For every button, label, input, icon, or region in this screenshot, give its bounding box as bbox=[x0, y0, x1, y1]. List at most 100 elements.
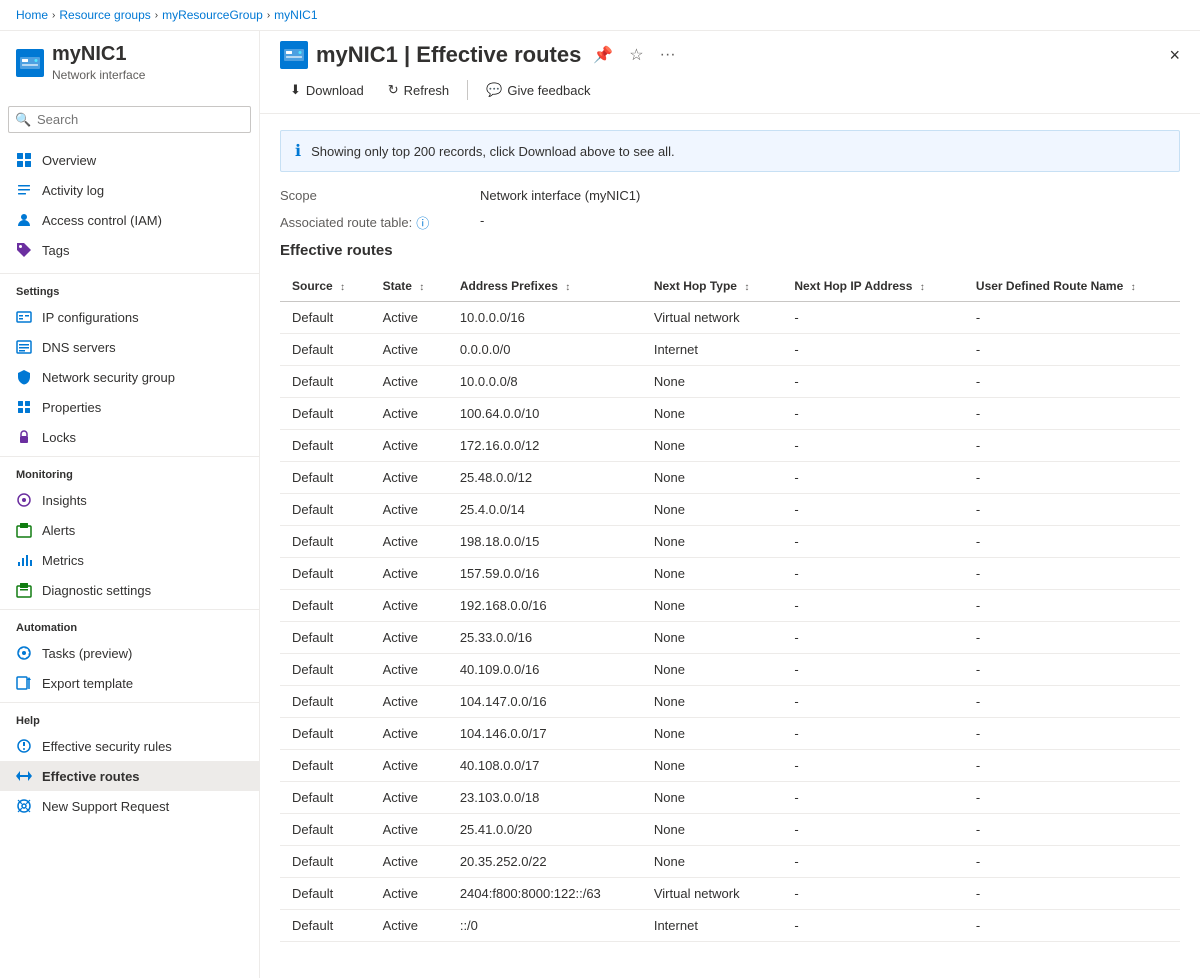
sidebar-item-export-template[interactable]: Export template bbox=[0, 668, 259, 698]
effective-routes-icon bbox=[16, 768, 32, 784]
sidebar-item-ip-configurations[interactable]: IP configurations bbox=[0, 302, 259, 332]
sidebar-item-nsg[interactable]: Network security group bbox=[0, 362, 259, 392]
nav-top: Overview Activity log Access control (IA… bbox=[0, 141, 259, 269]
sidebar-item-security-rules[interactable]: Effective security rules bbox=[0, 731, 259, 761]
cell-route-name: - bbox=[964, 526, 1180, 558]
ip-config-icon bbox=[16, 309, 32, 325]
cell-hop-ip: - bbox=[782, 654, 964, 686]
toolbar: ⬇ Download ↻ Refresh 💬 Give feedback bbox=[280, 77, 1180, 103]
cell-prefix: 10.0.0.0/8 bbox=[448, 366, 642, 398]
sidebar-item-insights[interactable]: Insights bbox=[0, 485, 259, 515]
content-header: myNIC1 | Effective routes 📌 ☆ ··· × ⬇ Do… bbox=[260, 31, 1200, 114]
table-row: DefaultActive40.108.0.0/17None-- bbox=[280, 750, 1180, 782]
sidebar-item-tags[interactable]: Tags bbox=[0, 235, 259, 265]
cell-hop-type: Virtual network bbox=[642, 302, 783, 334]
sidebar-item-metrics[interactable]: Metrics bbox=[0, 545, 259, 575]
sort-prefix-icon: ↕ bbox=[565, 282, 570, 293]
sidebar-item-dns-servers[interactable]: DNS servers bbox=[0, 332, 259, 362]
cell-prefix: 10.0.0.0/16 bbox=[448, 302, 642, 334]
cell-hop-ip: - bbox=[782, 590, 964, 622]
cell-state: Active bbox=[371, 910, 448, 942]
col-source[interactable]: Source ↕ bbox=[280, 271, 371, 302]
sidebar-item-support[interactable]: New Support Request bbox=[0, 791, 259, 821]
sidebar-item-metrics-label: Metrics bbox=[42, 553, 84, 568]
activity-log-icon bbox=[16, 182, 32, 198]
col-route-name[interactable]: User Defined Route Name ↕ bbox=[964, 271, 1180, 302]
cell-hop-ip: - bbox=[782, 814, 964, 846]
breadcrumb-my-resource-group[interactable]: myResourceGroup bbox=[162, 8, 263, 22]
cell-state: Active bbox=[371, 398, 448, 430]
breadcrumb-mynic1[interactable]: myNIC1 bbox=[274, 8, 317, 22]
cell-prefix: 25.4.0.0/14 bbox=[448, 494, 642, 526]
sidebar-item-locks[interactable]: Locks bbox=[0, 422, 259, 452]
cell-hop-ip: - bbox=[782, 782, 964, 814]
sidebar-item-properties[interactable]: Properties bbox=[0, 392, 259, 422]
sidebar-item-access-control[interactable]: Access control (IAM) bbox=[0, 205, 259, 235]
col-next-hop-ip[interactable]: Next Hop IP Address ↕ bbox=[782, 271, 964, 302]
refresh-button[interactable]: ↻ Refresh bbox=[378, 77, 459, 103]
cell-prefix: 100.64.0.0/10 bbox=[448, 398, 642, 430]
cell-route-name: - bbox=[964, 334, 1180, 366]
cell-hop-ip: - bbox=[782, 686, 964, 718]
table-row: DefaultActive198.18.0.0/15None-- bbox=[280, 526, 1180, 558]
toolbar-separator bbox=[467, 80, 468, 100]
favorite-star-button[interactable]: ☆ bbox=[625, 43, 647, 67]
support-icon bbox=[16, 798, 32, 814]
close-button[interactable]: × bbox=[1169, 45, 1180, 66]
route-table-row: Associated route table: ⓘ - bbox=[280, 213, 1180, 232]
cell-state: Active bbox=[371, 814, 448, 846]
cell-source: Default bbox=[280, 526, 371, 558]
col-next-hop-type[interactable]: Next Hop Type ↕ bbox=[642, 271, 783, 302]
dns-icon bbox=[16, 339, 32, 355]
cell-hop-ip: - bbox=[782, 558, 964, 590]
table-row: DefaultActive40.109.0.0/16None-- bbox=[280, 654, 1180, 686]
cell-route-name: - bbox=[964, 590, 1180, 622]
feedback-button[interactable]: 💬 Give feedback bbox=[476, 77, 600, 103]
more-options-button[interactable]: ··· bbox=[656, 44, 680, 66]
cell-state: Active bbox=[371, 878, 448, 910]
cell-source: Default bbox=[280, 590, 371, 622]
favorite-pin-button[interactable]: 📌 bbox=[589, 43, 617, 67]
cell-route-name: - bbox=[964, 558, 1180, 590]
breadcrumb-resource-groups[interactable]: Resource groups bbox=[59, 8, 150, 22]
cell-state: Active bbox=[371, 430, 448, 462]
tasks-icon bbox=[16, 645, 32, 661]
breadcrumb-home[interactable]: Home bbox=[16, 8, 48, 22]
sidebar-item-properties-label: Properties bbox=[42, 400, 101, 415]
download-button[interactable]: ⬇ Download bbox=[280, 77, 374, 103]
col-address-prefixes[interactable]: Address Prefixes ↕ bbox=[448, 271, 642, 302]
sidebar-item-overview[interactable]: Overview bbox=[0, 145, 259, 175]
content-body: ℹ Showing only top 200 records, click Do… bbox=[260, 114, 1200, 978]
sidebar-item-diagnostic[interactable]: Diagnostic settings bbox=[0, 575, 259, 605]
cell-hop-type: None bbox=[642, 430, 783, 462]
cell-state: Active bbox=[371, 782, 448, 814]
cell-source: Default bbox=[280, 558, 371, 590]
breadcrumb: Home › Resource groups › myResourceGroup… bbox=[0, 0, 1200, 31]
cell-hop-type: None bbox=[642, 782, 783, 814]
cell-source: Default bbox=[280, 846, 371, 878]
sidebar-item-alerts[interactable]: Alerts bbox=[0, 515, 259, 545]
cell-hop-ip: - bbox=[782, 846, 964, 878]
cell-source: Default bbox=[280, 302, 371, 334]
cell-state: Active bbox=[371, 846, 448, 878]
sidebar-item-activity-log[interactable]: Activity log bbox=[0, 175, 259, 205]
cell-hop-ip: - bbox=[782, 878, 964, 910]
table-row: DefaultActive::/0Internet-- bbox=[280, 910, 1180, 942]
sidebar-item-tasks[interactable]: Tasks (preview) bbox=[0, 638, 259, 668]
main-content: myNIC1 | Effective routes 📌 ☆ ··· × ⬇ Do… bbox=[260, 31, 1200, 978]
search-input[interactable] bbox=[8, 106, 251, 133]
cell-hop-type: None bbox=[642, 526, 783, 558]
col-state[interactable]: State ↕ bbox=[371, 271, 448, 302]
cell-hop-ip: - bbox=[782, 462, 964, 494]
sidebar-item-tags-label: Tags bbox=[42, 243, 69, 258]
cell-prefix: ::/0 bbox=[448, 910, 642, 942]
cell-source: Default bbox=[280, 750, 371, 782]
table-header-row: Source ↕ State ↕ Address Prefixes ↕ Next… bbox=[280, 271, 1180, 302]
cell-prefix: 40.109.0.0/16 bbox=[448, 654, 642, 686]
sidebar-item-effective-routes[interactable]: Effective routes bbox=[0, 761, 259, 791]
table-row: DefaultActive172.16.0.0/12None-- bbox=[280, 430, 1180, 462]
table-row: DefaultActive0.0.0.0/0Internet-- bbox=[280, 334, 1180, 366]
feedback-label: Give feedback bbox=[507, 83, 590, 98]
cell-source: Default bbox=[280, 462, 371, 494]
page-subtitle: Network interface bbox=[52, 68, 145, 82]
